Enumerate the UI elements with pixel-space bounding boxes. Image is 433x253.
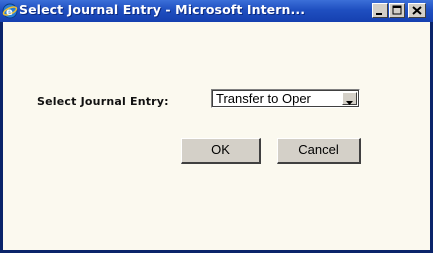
close-icon bbox=[412, 6, 422, 15]
ie-icon: e bbox=[2, 3, 18, 19]
minimize-button[interactable] bbox=[372, 3, 388, 18]
svg-text:e: e bbox=[6, 7, 13, 18]
journal-entry-label: Select Journal Entry: bbox=[37, 95, 169, 108]
window-title: Select Journal Entry - Microsoft Intern.… bbox=[19, 2, 306, 17]
close-button[interactable] bbox=[408, 3, 426, 18]
maximize-icon bbox=[392, 5, 402, 15]
cancel-button[interactable]: Cancel bbox=[277, 138, 361, 164]
chevron-down-icon bbox=[346, 101, 353, 105]
maximize-button[interactable] bbox=[389, 3, 405, 18]
dropdown-arrow-button[interactable] bbox=[342, 92, 357, 105]
minimize-icon bbox=[376, 13, 382, 15]
select-value: Transfer to Oper bbox=[216, 91, 311, 106]
title-bar[interactable]: e Select Journal Entry - Microsoft Inter… bbox=[0, 0, 433, 22]
ok-button[interactable]: OK bbox=[181, 138, 261, 164]
journal-entry-select[interactable]: Transfer to Oper bbox=[211, 89, 360, 108]
dialog-window: e Select Journal Entry - Microsoft Inter… bbox=[0, 0, 433, 253]
